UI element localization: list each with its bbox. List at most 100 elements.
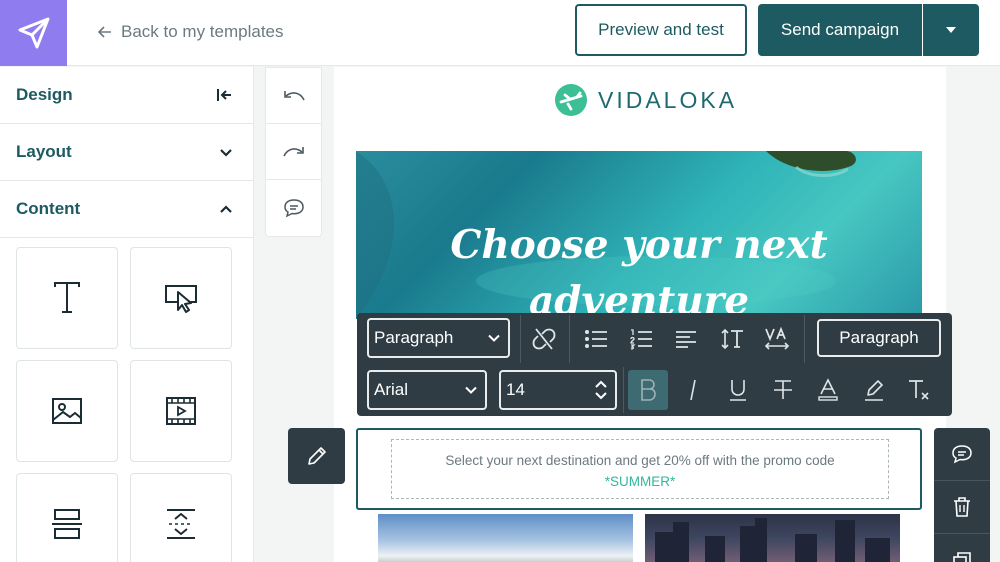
spacer-block-icon bbox=[167, 509, 195, 539]
image-block-icon bbox=[52, 398, 82, 424]
promo-code: *SUMMER* bbox=[604, 474, 676, 489]
caret-down-icon bbox=[946, 27, 956, 33]
letter-spacing-icon bbox=[764, 327, 790, 350]
toolbar-divider bbox=[623, 367, 624, 413]
block-comment-button[interactable] bbox=[934, 428, 990, 481]
font-size-value: 14 bbox=[506, 380, 525, 399]
text-color-icon bbox=[818, 378, 838, 401]
duplicate-block-button[interactable] bbox=[934, 534, 990, 562]
highlight-color-button[interactable] bbox=[854, 370, 894, 410]
text-color-button[interactable] bbox=[808, 370, 848, 410]
sidebar-section-label: Content bbox=[16, 199, 81, 218]
history-toolbar bbox=[265, 67, 322, 237]
clear-formatting-button[interactable] bbox=[899, 370, 939, 410]
skyline-decoration bbox=[655, 518, 890, 562]
top-bar: Back to my templates Preview and test Se… bbox=[0, 0, 1000, 66]
back-link-label: Back to my templates bbox=[121, 22, 284, 41]
city-skyline-image[interactable] bbox=[645, 514, 900, 562]
video-block-icon bbox=[166, 397, 196, 425]
hero-image[interactable]: Choose your next adventure bbox=[356, 151, 922, 319]
redo-button[interactable] bbox=[266, 124, 321, 180]
italic-icon bbox=[690, 379, 696, 401]
sidebar-section-design[interactable]: Design bbox=[0, 67, 253, 124]
duplicate-icon bbox=[953, 551, 971, 562]
edit-block-button[interactable] bbox=[288, 428, 345, 484]
bulleted-list-button[interactable] bbox=[576, 319, 616, 359]
font-family-select[interactable]: Arial bbox=[367, 370, 487, 410]
underline-button[interactable] bbox=[718, 370, 758, 410]
sidebar-section-label: Layout bbox=[16, 142, 72, 161]
toolbar-divider bbox=[569, 315, 570, 363]
promo-text-editable[interactable]: Select your next destination and get 20%… bbox=[391, 439, 889, 499]
text-block-icon bbox=[54, 282, 80, 313]
line-height-button[interactable] bbox=[712, 319, 752, 359]
brand-header: VIDALOKA bbox=[554, 81, 737, 119]
letter-spacing-button[interactable] bbox=[757, 319, 797, 359]
hero-title: Choose your next adventure bbox=[356, 217, 922, 319]
left-sidebar: Design Layout Content bbox=[0, 67, 254, 562]
promo-text: Select your next destination and get 20%… bbox=[445, 453, 835, 468]
comment-icon bbox=[283, 199, 304, 218]
undo-icon bbox=[283, 90, 305, 100]
mountain-image[interactable] bbox=[378, 514, 633, 562]
text-block-tile[interactable] bbox=[16, 247, 118, 349]
send-campaign-button[interactable]: Send campaign bbox=[758, 4, 922, 56]
bold-button[interactable] bbox=[628, 370, 668, 410]
unlink-icon bbox=[532, 328, 556, 350]
font-family-value: Arial bbox=[374, 380, 409, 399]
italic-button[interactable] bbox=[673, 370, 713, 410]
toolbar-divider bbox=[520, 315, 521, 363]
delete-block-button[interactable] bbox=[934, 481, 990, 534]
text-formatting-toolbar: Paragraph Paragraph Arial 14 bbox=[357, 313, 952, 416]
line-height-icon bbox=[721, 328, 743, 350]
underline-icon bbox=[730, 380, 746, 401]
button-block-tile[interactable] bbox=[130, 247, 232, 349]
chevron-up-icon bbox=[220, 204, 232, 213]
pencil-icon bbox=[307, 447, 326, 465]
divider-block-icon bbox=[52, 509, 82, 539]
strikethrough-button[interactable] bbox=[763, 370, 803, 410]
numbered-list-button[interactable] bbox=[621, 319, 661, 359]
clear-formatting-icon bbox=[909, 380, 929, 400]
highlighter-icon bbox=[865, 380, 883, 401]
block-type-select[interactable]: Paragraph bbox=[367, 318, 510, 358]
hero-title-line1: Choose your next bbox=[450, 222, 828, 268]
collapse-left-icon[interactable] bbox=[215, 87, 233, 103]
button-block-icon bbox=[165, 285, 197, 313]
numbered-list-icon bbox=[630, 329, 652, 350]
paragraph-style-button[interactable]: Paragraph bbox=[817, 319, 941, 357]
send-options-dropdown-button[interactable] bbox=[923, 4, 979, 56]
paper-plane-icon bbox=[18, 17, 49, 49]
trash-icon bbox=[954, 497, 970, 517]
brand-name: VIDALOKA bbox=[598, 86, 738, 113]
redo-icon bbox=[282, 146, 304, 156]
chevron-down-icon bbox=[465, 386, 477, 394]
app-logo[interactable] bbox=[0, 0, 67, 66]
bulleted-list-icon bbox=[585, 330, 607, 348]
strikethrough-icon bbox=[774, 380, 792, 399]
chevron-down-icon bbox=[488, 334, 500, 342]
sidebar-section-layout[interactable]: Layout bbox=[0, 124, 253, 181]
spacer-block-tile[interactable] bbox=[130, 473, 232, 562]
sidebar-section-label: Design bbox=[16, 85, 73, 104]
toolbar-divider bbox=[804, 315, 805, 363]
undo-button[interactable] bbox=[266, 68, 321, 124]
preview-and-test-button[interactable]: Preview and test bbox=[575, 4, 747, 56]
comment-icon bbox=[952, 445, 972, 464]
divider-block-tile[interactable] bbox=[16, 473, 118, 562]
sidebar-section-content[interactable]: Content bbox=[0, 181, 253, 238]
font-size-stepper[interactable]: 14 bbox=[499, 370, 617, 410]
chevron-down-icon bbox=[220, 148, 232, 157]
promo-text-block[interactable]: Select your next destination and get 20%… bbox=[356, 428, 922, 510]
stepper-arrows-icon bbox=[595, 380, 607, 400]
vidaloka-logo-icon bbox=[555, 84, 587, 116]
block-type-value: Paragraph bbox=[374, 328, 454, 347]
unlink-button[interactable] bbox=[524, 319, 564, 359]
image-block-tile[interactable] bbox=[16, 360, 118, 462]
comment-button[interactable] bbox=[266, 180, 321, 236]
align-left-button[interactable] bbox=[666, 319, 706, 359]
video-block-tile[interactable] bbox=[130, 360, 232, 462]
bold-icon bbox=[641, 379, 656, 401]
back-to-templates-link[interactable]: Back to my templates bbox=[98, 19, 284, 45]
align-left-icon bbox=[676, 331, 696, 348]
